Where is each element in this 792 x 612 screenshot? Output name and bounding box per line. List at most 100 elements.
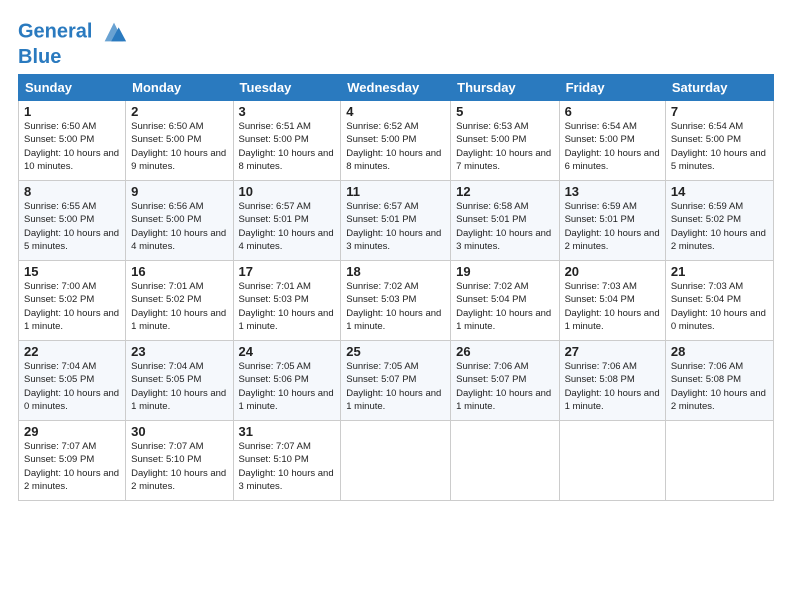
day-number: 7 [671, 104, 768, 119]
day-info: Sunrise: 7:02 AM Sunset: 5:03 PM Dayligh… [346, 280, 445, 333]
weekday-header-row: SundayMondayTuesdayWednesdayThursdayFrid… [19, 75, 774, 101]
day-number: 8 [24, 184, 120, 199]
day-number: 5 [456, 104, 553, 119]
page: General Blue SundayMondayTuesdayWednesda… [0, 0, 792, 511]
calendar-week-1: 1Sunrise: 6:50 AM Sunset: 5:00 PM Daylig… [19, 101, 774, 181]
calendar-cell: 25Sunrise: 7:05 AM Sunset: 5:07 PM Dayli… [341, 341, 451, 421]
day-number: 2 [131, 104, 227, 119]
day-info: Sunrise: 7:02 AM Sunset: 5:04 PM Dayligh… [456, 280, 553, 333]
calendar-cell [559, 421, 665, 501]
calendar-week-4: 22Sunrise: 7:04 AM Sunset: 5:05 PM Dayli… [19, 341, 774, 421]
day-info: Sunrise: 7:00 AM Sunset: 5:02 PM Dayligh… [24, 280, 120, 333]
day-number: 24 [239, 344, 336, 359]
calendar: SundayMondayTuesdayWednesdayThursdayFrid… [18, 74, 774, 501]
calendar-cell: 31Sunrise: 7:07 AM Sunset: 5:10 PM Dayli… [233, 421, 341, 501]
day-number: 20 [565, 264, 660, 279]
day-number: 23 [131, 344, 227, 359]
day-info: Sunrise: 6:54 AM Sunset: 5:00 PM Dayligh… [671, 120, 768, 173]
day-info: Sunrise: 6:58 AM Sunset: 5:01 PM Dayligh… [456, 200, 553, 253]
calendar-cell: 18Sunrise: 7:02 AM Sunset: 5:03 PM Dayli… [341, 261, 451, 341]
day-number: 1 [24, 104, 120, 119]
day-info: Sunrise: 7:07 AM Sunset: 5:10 PM Dayligh… [131, 440, 227, 493]
calendar-cell: 10Sunrise: 6:57 AM Sunset: 5:01 PM Dayli… [233, 181, 341, 261]
calendar-cell: 21Sunrise: 7:03 AM Sunset: 5:04 PM Dayli… [665, 261, 773, 341]
day-number: 15 [24, 264, 120, 279]
calendar-cell: 29Sunrise: 7:07 AM Sunset: 5:09 PM Dayli… [19, 421, 126, 501]
day-info: Sunrise: 6:56 AM Sunset: 5:00 PM Dayligh… [131, 200, 227, 253]
logo: General Blue [18, 18, 128, 68]
day-number: 19 [456, 264, 553, 279]
day-info: Sunrise: 7:04 AM Sunset: 5:05 PM Dayligh… [24, 360, 120, 413]
calendar-cell: 6Sunrise: 6:54 AM Sunset: 5:00 PM Daylig… [559, 101, 665, 181]
day-number: 6 [565, 104, 660, 119]
calendar-cell: 17Sunrise: 7:01 AM Sunset: 5:03 PM Dayli… [233, 261, 341, 341]
weekday-header-tuesday: Tuesday [233, 75, 341, 101]
weekday-header-monday: Monday [126, 75, 233, 101]
day-number: 31 [239, 424, 336, 439]
calendar-cell: 13Sunrise: 6:59 AM Sunset: 5:01 PM Dayli… [559, 181, 665, 261]
calendar-cell: 14Sunrise: 6:59 AM Sunset: 5:02 PM Dayli… [665, 181, 773, 261]
calendar-cell [665, 421, 773, 501]
calendar-cell: 1Sunrise: 6:50 AM Sunset: 5:00 PM Daylig… [19, 101, 126, 181]
calendar-cell [451, 421, 559, 501]
day-info: Sunrise: 7:03 AM Sunset: 5:04 PM Dayligh… [671, 280, 768, 333]
day-info: Sunrise: 7:07 AM Sunset: 5:10 PM Dayligh… [239, 440, 336, 493]
day-info: Sunrise: 7:01 AM Sunset: 5:02 PM Dayligh… [131, 280, 227, 333]
day-info: Sunrise: 7:03 AM Sunset: 5:04 PM Dayligh… [565, 280, 660, 333]
calendar-cell [341, 421, 451, 501]
calendar-cell: 8Sunrise: 6:55 AM Sunset: 5:00 PM Daylig… [19, 181, 126, 261]
calendar-cell: 5Sunrise: 6:53 AM Sunset: 5:00 PM Daylig… [451, 101, 559, 181]
day-number: 30 [131, 424, 227, 439]
day-number: 9 [131, 184, 227, 199]
calendar-cell: 2Sunrise: 6:50 AM Sunset: 5:00 PM Daylig… [126, 101, 233, 181]
day-info: Sunrise: 7:06 AM Sunset: 5:08 PM Dayligh… [671, 360, 768, 413]
day-number: 21 [671, 264, 768, 279]
day-info: Sunrise: 6:50 AM Sunset: 5:00 PM Dayligh… [131, 120, 227, 173]
calendar-cell: 22Sunrise: 7:04 AM Sunset: 5:05 PM Dayli… [19, 341, 126, 421]
calendar-week-3: 15Sunrise: 7:00 AM Sunset: 5:02 PM Dayli… [19, 261, 774, 341]
day-number: 16 [131, 264, 227, 279]
day-info: Sunrise: 6:57 AM Sunset: 5:01 PM Dayligh… [239, 200, 336, 253]
calendar-cell: 16Sunrise: 7:01 AM Sunset: 5:02 PM Dayli… [126, 261, 233, 341]
day-info: Sunrise: 6:57 AM Sunset: 5:01 PM Dayligh… [346, 200, 445, 253]
day-number: 14 [671, 184, 768, 199]
calendar-cell: 9Sunrise: 6:56 AM Sunset: 5:00 PM Daylig… [126, 181, 233, 261]
calendar-cell: 12Sunrise: 6:58 AM Sunset: 5:01 PM Dayli… [451, 181, 559, 261]
day-number: 11 [346, 184, 445, 199]
logo-icon [100, 18, 128, 46]
day-number: 3 [239, 104, 336, 119]
day-number: 25 [346, 344, 445, 359]
calendar-week-5: 29Sunrise: 7:07 AM Sunset: 5:09 PM Dayli… [19, 421, 774, 501]
logo-text: General [18, 18, 128, 46]
weekday-header-saturday: Saturday [665, 75, 773, 101]
day-info: Sunrise: 6:59 AM Sunset: 5:01 PM Dayligh… [565, 200, 660, 253]
weekday-header-sunday: Sunday [19, 75, 126, 101]
day-number: 18 [346, 264, 445, 279]
calendar-cell: 24Sunrise: 7:05 AM Sunset: 5:06 PM Dayli… [233, 341, 341, 421]
day-info: Sunrise: 7:01 AM Sunset: 5:03 PM Dayligh… [239, 280, 336, 333]
logo-text2: Blue [18, 46, 128, 68]
calendar-cell: 19Sunrise: 7:02 AM Sunset: 5:04 PM Dayli… [451, 261, 559, 341]
calendar-cell: 20Sunrise: 7:03 AM Sunset: 5:04 PM Dayli… [559, 261, 665, 341]
day-info: Sunrise: 6:59 AM Sunset: 5:02 PM Dayligh… [671, 200, 768, 253]
day-info: Sunrise: 6:50 AM Sunset: 5:00 PM Dayligh… [24, 120, 120, 173]
day-info: Sunrise: 6:51 AM Sunset: 5:00 PM Dayligh… [239, 120, 336, 173]
day-number: 27 [565, 344, 660, 359]
day-info: Sunrise: 6:52 AM Sunset: 5:00 PM Dayligh… [346, 120, 445, 173]
calendar-cell: 15Sunrise: 7:00 AM Sunset: 5:02 PM Dayli… [19, 261, 126, 341]
day-number: 28 [671, 344, 768, 359]
calendar-cell: 3Sunrise: 6:51 AM Sunset: 5:00 PM Daylig… [233, 101, 341, 181]
day-info: Sunrise: 6:54 AM Sunset: 5:00 PM Dayligh… [565, 120, 660, 173]
day-number: 10 [239, 184, 336, 199]
day-info: Sunrise: 7:07 AM Sunset: 5:09 PM Dayligh… [24, 440, 120, 493]
calendar-cell: 27Sunrise: 7:06 AM Sunset: 5:08 PM Dayli… [559, 341, 665, 421]
day-number: 13 [565, 184, 660, 199]
calendar-cell: 26Sunrise: 7:06 AM Sunset: 5:07 PM Dayli… [451, 341, 559, 421]
calendar-cell: 4Sunrise: 6:52 AM Sunset: 5:00 PM Daylig… [341, 101, 451, 181]
day-number: 29 [24, 424, 120, 439]
day-number: 22 [24, 344, 120, 359]
day-number: 17 [239, 264, 336, 279]
day-info: Sunrise: 7:06 AM Sunset: 5:07 PM Dayligh… [456, 360, 553, 413]
calendar-cell: 11Sunrise: 6:57 AM Sunset: 5:01 PM Dayli… [341, 181, 451, 261]
day-number: 26 [456, 344, 553, 359]
